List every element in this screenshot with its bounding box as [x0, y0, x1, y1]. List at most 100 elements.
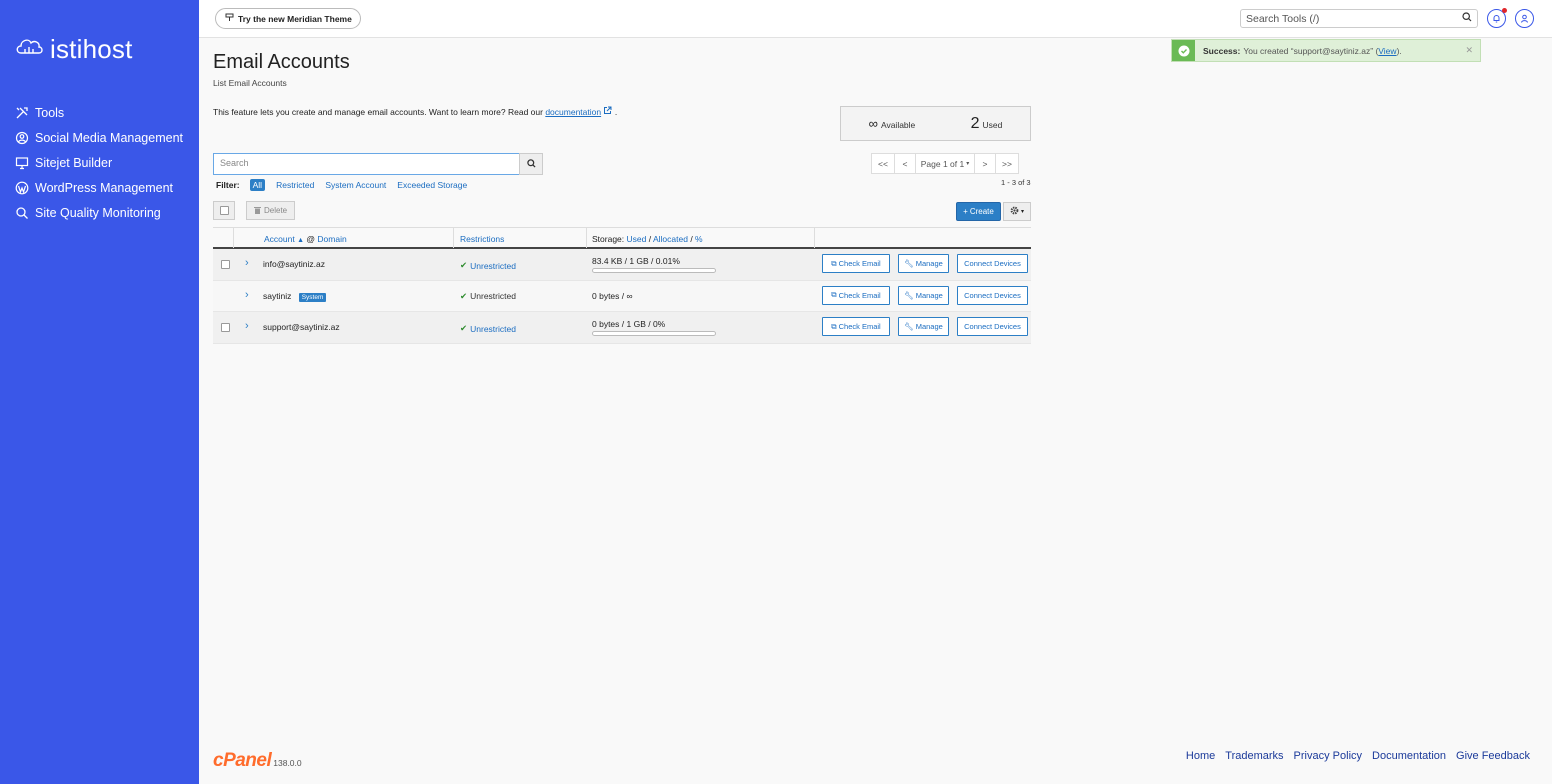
check-icon: ✔	[460, 323, 468, 333]
toast-title: Success:	[1203, 45, 1241, 56]
filter-label: Filter:	[216, 180, 240, 190]
sort-allocated-link[interactable]: Allocated	[653, 234, 688, 244]
manage-button[interactable]: 🔧︎ Manage	[898, 285, 949, 305]
user-menu-button[interactable]	[1515, 9, 1534, 28]
table-row: › saytiniz System ✔ Unrestricted 0 bytes…	[213, 280, 1031, 312]
cpanel-version: 138.0.0	[273, 758, 302, 768]
sort-percent-link[interactable]: %	[695, 234, 703, 244]
sidebar-item-sitejet[interactable]: Sitejet Builder	[0, 150, 199, 175]
storage-text: 0 bytes / 1 GB / 0%	[592, 319, 666, 329]
footer-link-trademarks[interactable]: Trademarks	[1225, 750, 1283, 762]
page-select[interactable]: Page 1 of 1 ▾	[915, 153, 975, 174]
sidebar-item-social-media[interactable]: Social Media Management	[0, 125, 199, 150]
palette-icon	[225, 13, 234, 24]
restriction-status: ✔ Unrestricted	[460, 291, 516, 302]
sidebar-item-label: Tools	[35, 105, 65, 120]
search-icon	[15, 206, 29, 220]
try-meridian-theme-button[interactable]: Try the new Meridian Theme	[215, 8, 361, 29]
manage-button[interactable]: 🔧︎ Manage	[898, 317, 949, 336]
check-email-label: Check Email	[838, 290, 881, 300]
sidebar-item-tools[interactable]: Tools	[0, 100, 199, 125]
sidebar-item-site-quality[interactable]: Site Quality Monitoring	[0, 200, 199, 225]
column-divider	[233, 228, 234, 248]
filter-restricted[interactable]: Restricted	[276, 180, 314, 190]
check-email-button[interactable]: ⧉ Check Email	[822, 254, 890, 273]
notifications-button[interactable]	[1487, 8, 1507, 28]
row-checkbox[interactable]	[221, 260, 230, 269]
table-header: Account ▲ @ Domain Restrictions Storage:…	[213, 227, 1031, 249]
external-link-icon: ⧉	[831, 321, 837, 331]
top-header: Try the new Meridian Theme Search Tools …	[199, 0, 1552, 38]
pagination: << < Page 1 of 1 ▾ > >>	[871, 153, 1019, 174]
first-page-button[interactable]: <<	[871, 153, 895, 174]
external-link-icon	[603, 106, 614, 117]
filter-system-account[interactable]: System Account	[325, 180, 386, 190]
filter-exceeded-storage[interactable]: Exceeded Storage	[397, 180, 467, 190]
next-page-button[interactable]: >	[974, 153, 996, 174]
sidebar-item-label: Sitejet Builder	[35, 155, 113, 170]
table-row: › support@saytiniz.az ✔ Unrestricted 0 b…	[213, 312, 1031, 344]
at-sign: @	[306, 234, 316, 244]
trash-icon	[254, 206, 261, 216]
caret-down-icon: ▾	[1020, 209, 1024, 215]
intro-end: .	[614, 107, 618, 117]
prev-page-button[interactable]: <	[894, 153, 916, 174]
sort-restrictions-link[interactable]: Restrictions	[460, 234, 504, 244]
success-toast: Success: You created “support@saytiniz.a…	[1171, 39, 1481, 62]
toast-message: You created “support@saytiniz.az” (	[1243, 45, 1379, 56]
row-checkbox[interactable]	[221, 323, 230, 332]
wrench-icon: 🔧︎	[904, 259, 914, 268]
sort-up-icon: ▲	[297, 237, 305, 244]
chevron-right-icon[interactable]: ›	[245, 320, 249, 332]
page-title: Email Accounts	[213, 51, 350, 73]
chevron-right-icon[interactable]: ›	[245, 289, 249, 301]
column-divider	[586, 228, 587, 248]
select-all-checkbox[interactable]	[213, 201, 235, 220]
sort-domain-link[interactable]: Domain	[317, 234, 346, 244]
create-button[interactable]: + Create	[956, 202, 1001, 221]
cloud-logo-icon	[14, 35, 44, 64]
caret-down-icon: ▾	[966, 161, 970, 167]
result-count: 1 - 3 of 3	[1001, 178, 1031, 187]
check-email-button[interactable]: ⧉ Check Email	[822, 285, 890, 305]
delete-button[interactable]: Delete	[246, 201, 296, 220]
restriction-label: Unrestricted	[470, 323, 516, 334]
connect-devices-button[interactable]: Connect Devices	[957, 285, 1028, 305]
brand-logo[interactable]: istihost	[14, 34, 133, 65]
sort-used-link[interactable]: Used	[627, 234, 647, 244]
connect-devices-button[interactable]: Connect Devices	[957, 254, 1028, 273]
documentation-link[interactable]: documentation	[545, 107, 601, 117]
filter-all[interactable]: All	[249, 179, 266, 191]
search-button[interactable]	[519, 153, 543, 175]
restriction-status[interactable]: ✔ Unrestricted	[460, 323, 516, 334]
used-value: 2	[970, 114, 980, 132]
brand-name: istihost	[50, 34, 133, 64]
notification-dot	[1502, 8, 1507, 13]
delete-label: Delete	[264, 206, 288, 215]
footer-link-home[interactable]: Home	[1186, 750, 1215, 762]
restrictions-header: Restrictions	[460, 234, 504, 244]
cpanel-wordmark: cPanel	[213, 750, 272, 771]
manage-label: Manage	[915, 259, 943, 268]
toast-view-link[interactable]: View	[1378, 46, 1396, 56]
sort-account-link[interactable]: Account	[264, 234, 295, 244]
last-page-button[interactable]: >>	[995, 153, 1019, 174]
connect-devices-button[interactable]: Connect Devices	[957, 317, 1028, 336]
close-icon[interactable]: ✕	[1465, 45, 1473, 56]
footer-link-feedback[interactable]: Give Feedback	[1456, 750, 1530, 762]
manage-button[interactable]: 🔧︎ Manage	[898, 254, 949, 273]
chevron-right-icon[interactable]: ›	[245, 257, 249, 269]
restriction-status[interactable]: ✔ Unrestricted	[460, 260, 516, 271]
checkbox-box	[219, 206, 229, 215]
footer-link-documentation[interactable]: Documentation	[1372, 750, 1446, 762]
footer-link-privacy[interactable]: Privacy Policy	[1294, 750, 1362, 762]
toast-end: ).	[1396, 45, 1402, 56]
tools-search-input[interactable]: Search Tools (/)	[1240, 9, 1478, 28]
tools-icon	[15, 106, 29, 120]
check-email-button[interactable]: ⧉ Check Email	[822, 317, 890, 336]
account-name: support@saytiniz.az	[263, 322, 340, 332]
check-email-label: Check Email	[838, 322, 881, 331]
account-search-input[interactable]: Search	[213, 153, 520, 175]
sidebar-item-wordpress[interactable]: WordPress Management	[0, 175, 199, 200]
settings-dropdown-button[interactable]: ▾	[1003, 202, 1031, 221]
